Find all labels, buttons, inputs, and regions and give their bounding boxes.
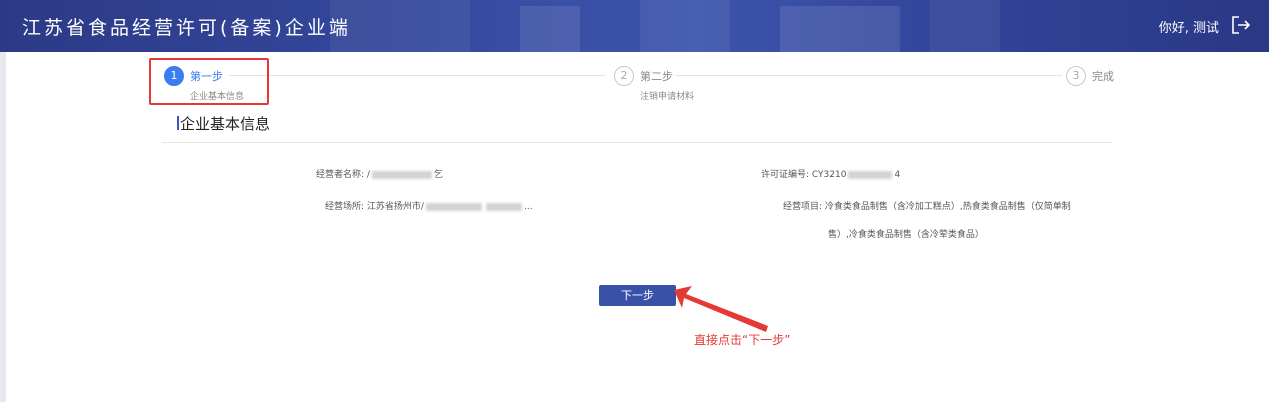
redacted-block xyxy=(425,202,482,211)
field-value: / xyxy=(366,170,370,180)
header-decoration xyxy=(330,0,470,52)
field-value: ... xyxy=(523,202,533,212)
field-value: 乞 xyxy=(433,170,443,180)
operator-name-field: 经营者名称: / 乞 xyxy=(316,167,443,180)
field-label: 经营项目: xyxy=(783,202,823,212)
field-value: 售）,冷食类食品制售（含冷荤类食品） xyxy=(828,230,984,240)
redacted-block xyxy=(848,170,893,179)
header-decoration xyxy=(780,6,900,52)
header-decoration xyxy=(930,0,1000,52)
section-title-bar xyxy=(177,116,179,130)
header-decoration xyxy=(640,0,730,52)
redacted-block xyxy=(371,170,432,179)
field-label: 经营场所: xyxy=(325,202,365,212)
step-number: 3 xyxy=(1066,66,1086,86)
section-divider xyxy=(162,142,1112,143)
step-label: 第二步 xyxy=(640,70,673,83)
license-number-field: 许可证编号: CY3210 4 xyxy=(761,167,900,180)
business-items-field: 经营项目: 冷食类食品制售（含冷加工糕点）,热食类食品制售（仅简单制 xyxy=(783,199,1071,212)
step-highlight-box xyxy=(149,58,269,105)
field-value: 4 xyxy=(894,170,901,180)
field-label: 许可证编号: xyxy=(761,170,810,180)
step-connector xyxy=(229,75,605,76)
app-header: 江苏省食品经营许可(备案)企业端 你好, 测试 xyxy=(0,0,1269,52)
field-value: 冷食类食品制售（含冷加工糕点）,热食类食品制售（仅简单制 xyxy=(824,202,1071,212)
redacted-block xyxy=(485,202,522,211)
step-sublabel: 注销申请材料 xyxy=(640,92,695,102)
section-title: 企业基本信息 xyxy=(180,115,271,133)
field-value: 江苏省扬州市/ xyxy=(366,202,424,212)
field-label: 经营者名称: xyxy=(316,170,365,180)
logout-icon[interactable] xyxy=(1230,14,1252,36)
annotation-text: 直接点击“下一步” xyxy=(694,333,791,347)
next-step-button[interactable]: 下一步 xyxy=(599,285,676,306)
business-items-continued: 售）,冷食类食品制售（含冷荤类食品） xyxy=(828,227,984,240)
app-title: 江苏省食品经营许可(备案)企业端 xyxy=(22,17,351,39)
premises-field: 经营场所: 江苏省扬州市/... xyxy=(325,199,533,212)
step-number: 2 xyxy=(614,66,634,86)
step-label: 完成 xyxy=(1092,70,1114,83)
header-decoration xyxy=(520,6,580,52)
step-connector xyxy=(676,75,1062,76)
left-edge-strip xyxy=(0,52,6,402)
field-value: CY3210 xyxy=(811,170,847,180)
user-greeting: 你好, 测试 xyxy=(1158,21,1219,36)
